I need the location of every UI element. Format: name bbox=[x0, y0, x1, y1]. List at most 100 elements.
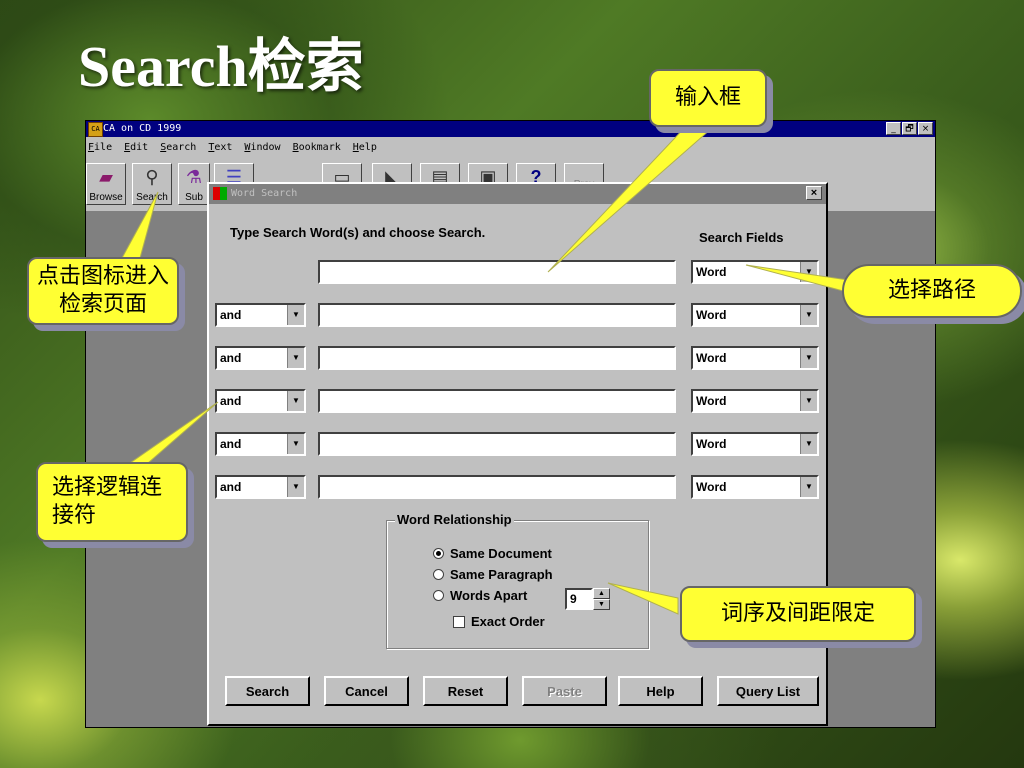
radio-icon[interactable] bbox=[433, 590, 444, 601]
search-field-select[interactable]: Word ▼ bbox=[691, 260, 819, 284]
spin-down-icon[interactable]: ▼ bbox=[593, 599, 610, 610]
operator-select[interactable]: and ▼ bbox=[215, 475, 306, 499]
radio-words-apart-label: Words Apart bbox=[450, 588, 528, 603]
app-logo-icon: CA bbox=[88, 122, 103, 137]
menu-bookmark[interactable]: Bookmark bbox=[293, 137, 341, 157]
chevron-down-icon[interactable]: ▼ bbox=[287, 348, 304, 368]
menu-file[interactable]: File bbox=[88, 137, 112, 157]
operator-select[interactable]: and ▼ bbox=[215, 346, 306, 370]
search-term-input[interactable] bbox=[318, 303, 676, 327]
callout-input-box: 输入框 bbox=[649, 69, 767, 127]
search-fields-heading: Search Fields bbox=[699, 230, 784, 245]
restore-button[interactable]: 🗗 bbox=[902, 122, 917, 135]
words-apart-value[interactable]: 9 bbox=[565, 588, 593, 610]
search-row: and ▼ Word ▼ bbox=[209, 432, 826, 456]
search-button[interactable]: Search bbox=[225, 676, 310, 706]
operator-select[interactable]: and ▼ bbox=[215, 303, 306, 327]
search-field-value: Word bbox=[696, 265, 727, 279]
chevron-down-icon[interactable]: ▼ bbox=[287, 391, 304, 411]
radio-same-paragraph[interactable]: Same Paragraph bbox=[433, 567, 553, 582]
chevron-down-icon[interactable]: ▼ bbox=[287, 434, 304, 454]
checkbox-icon[interactable] bbox=[453, 615, 465, 628]
search-row: and ▼ Word ▼ bbox=[209, 389, 826, 413]
search-term-input[interactable] bbox=[318, 389, 676, 413]
dialog-title: Word Search bbox=[231, 188, 298, 199]
search-term-input[interactable] bbox=[318, 346, 676, 370]
spin-up-icon[interactable]: ▲ bbox=[593, 588, 610, 599]
paste-button[interactable]: Paste bbox=[522, 676, 607, 706]
flask-icon: ⚗ bbox=[185, 167, 203, 187]
menubar: File Edit Search Text Window Bookmark He… bbox=[86, 137, 935, 157]
query-list-button[interactable]: Query List bbox=[717, 676, 819, 706]
radio-words-apart[interactable]: Words Apart bbox=[433, 588, 527, 603]
words-apart-stepper[interactable]: 9 ▲ ▼ bbox=[565, 588, 611, 610]
menu-edit[interactable]: Edit bbox=[124, 137, 148, 157]
radio-same-document[interactable]: Same Document bbox=[433, 546, 552, 561]
operator-value: and bbox=[220, 351, 242, 365]
callout-order-distance: 词序及间距限定 bbox=[680, 586, 916, 642]
chevron-down-icon[interactable]: ▼ bbox=[287, 305, 304, 325]
search-field-value: Word bbox=[696, 351, 727, 365]
chevron-down-icon[interactable]: ▼ bbox=[800, 434, 817, 454]
chevron-down-icon[interactable]: ▼ bbox=[800, 391, 817, 411]
browse-label: Browse bbox=[89, 192, 123, 203]
browse-button[interactable]: ▰ Browse bbox=[86, 163, 126, 205]
cancel-button[interactable]: Cancel bbox=[324, 676, 409, 706]
sub-button[interactable]: ⚗ Sub bbox=[178, 163, 210, 205]
menu-window[interactable]: Window bbox=[244, 137, 280, 157]
magnifier-icon: ⚲ bbox=[145, 167, 159, 187]
search-row: and ▼ Word ▼ bbox=[209, 475, 826, 499]
callout-click-icon: 点击图标进入检索页面 bbox=[27, 257, 179, 325]
search-field-value: Word bbox=[696, 394, 727, 408]
search-term-input[interactable] bbox=[318, 475, 676, 499]
chevron-down-icon[interactable]: ▼ bbox=[800, 262, 817, 282]
menu-text[interactable]: Text bbox=[208, 137, 232, 157]
search-row: and ▼ Word ▼ bbox=[209, 303, 826, 327]
exact-order-checkbox[interactable]: Exact Order bbox=[453, 614, 545, 629]
help-button[interactable]: Help bbox=[618, 676, 703, 706]
search-toolbar-button[interactable]: ⚲ Search bbox=[132, 163, 172, 205]
menu-search[interactable]: Search bbox=[160, 137, 196, 157]
chevron-down-icon[interactable]: ▼ bbox=[800, 477, 817, 497]
chevron-down-icon[interactable]: ▼ bbox=[800, 348, 817, 368]
word-relationship-legend: Word Relationship bbox=[395, 512, 514, 527]
search-field-select[interactable]: Word ▼ bbox=[691, 346, 819, 370]
search-field-select[interactable]: Word ▼ bbox=[691, 432, 819, 456]
search-row: Word ▼ bbox=[209, 260, 826, 284]
operator-value: and bbox=[220, 437, 242, 451]
chevron-down-icon[interactable]: ▼ bbox=[287, 477, 304, 497]
exact-order-label: Exact Order bbox=[471, 614, 545, 629]
word-relationship-group: Word Relationship Same Document Same Par… bbox=[386, 512, 649, 649]
close-button[interactable]: × bbox=[918, 122, 933, 135]
reset-button[interactable]: Reset bbox=[423, 676, 508, 706]
dialog-close-button[interactable]: × bbox=[806, 186, 822, 200]
callout-logic-connector: 选择逻辑连接符 bbox=[36, 462, 188, 542]
window-controls: _ 🗗 × bbox=[886, 122, 933, 135]
radio-same-document-label: Same Document bbox=[450, 546, 552, 561]
app-title: CA on CD 1999 bbox=[103, 123, 182, 134]
chevron-down-icon[interactable]: ▼ bbox=[800, 305, 817, 325]
slide-title: Search检索 bbox=[78, 34, 364, 99]
dialog-instruction: Type Search Word(s) and choose Search. bbox=[230, 225, 486, 240]
word-search-dialog: Word Search × Type Search Word(s) and ch… bbox=[207, 182, 828, 726]
search-row: and ▼ Word ▼ bbox=[209, 346, 826, 370]
radio-selected-icon[interactable] bbox=[433, 548, 444, 559]
radio-icon[interactable] bbox=[433, 569, 444, 580]
search-field-value: Word bbox=[696, 437, 727, 451]
menu-help[interactable]: Help bbox=[353, 137, 377, 157]
operator-value: and bbox=[220, 394, 242, 408]
search-field-select[interactable]: Word ▼ bbox=[691, 389, 819, 413]
minimize-button[interactable]: _ bbox=[886, 122, 901, 135]
operator-value: and bbox=[220, 480, 242, 494]
operator-select[interactable]: and ▼ bbox=[215, 389, 306, 413]
operator-select[interactable]: and ▼ bbox=[215, 432, 306, 456]
search-field-value: Word bbox=[696, 480, 727, 494]
search-term-input[interactable] bbox=[318, 432, 676, 456]
sub-label: Sub bbox=[185, 192, 203, 203]
search-field-select[interactable]: Word ▼ bbox=[691, 475, 819, 499]
app-titlebar[interactable]: CA CA on CD 1999 _ 🗗 × bbox=[86, 121, 935, 137]
dialog-titlebar[interactable]: Word Search × bbox=[209, 184, 826, 204]
operator-value: and bbox=[220, 308, 242, 322]
search-field-select[interactable]: Word ▼ bbox=[691, 303, 819, 327]
search-term-input[interactable] bbox=[318, 260, 676, 284]
